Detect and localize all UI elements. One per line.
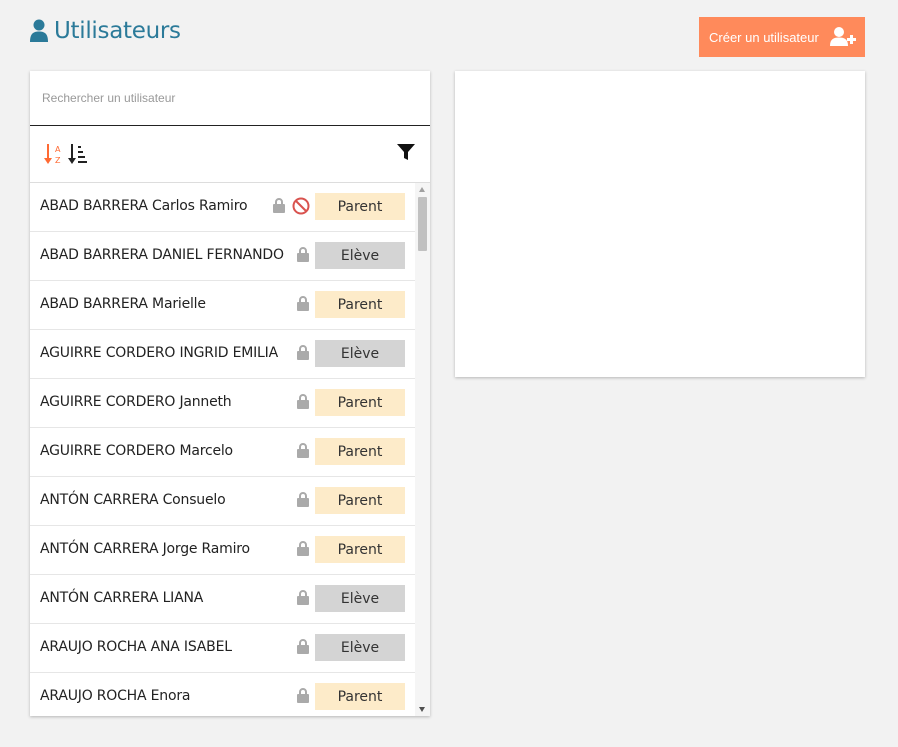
scroll-thumb[interactable] [418, 197, 427, 251]
role-badge: Elève [315, 340, 405, 367]
search-input[interactable] [40, 90, 404, 106]
svg-text:Z: Z [55, 156, 61, 165]
lock-icon [297, 492, 309, 507]
user-list-item[interactable]: ARAUJO ROCHA ANA ISABEL Elève [30, 624, 415, 673]
user-list-item[interactable]: ABAD BARRERA Marielle Parent [30, 281, 415, 330]
user-list-item[interactable]: AGUIRRE CORDERO Marcelo Parent [30, 428, 415, 477]
user-list-item[interactable]: ANTÓN CARRERA Jorge Ramiro Parent [30, 526, 415, 575]
user-icon [30, 19, 48, 43]
user-name: ARAUJO ROCHA Enora [40, 688, 191, 704]
svg-text:A: A [55, 145, 61, 154]
user-list-item[interactable]: AGUIRRE CORDERO Janneth Parent [30, 379, 415, 428]
page-header: Utilisateurs [30, 18, 181, 44]
role-badge: Parent [315, 389, 405, 416]
lock-icon [297, 443, 309, 458]
user-name: AGUIRRE CORDERO Janneth [40, 394, 232, 410]
user-name: ABAD BARRERA DANIEL FERNANDO [40, 247, 284, 263]
user-list: ABAD BARRERA Carlos Ramiro Parent ABAD B… [30, 183, 415, 716]
role-badge: Elève [315, 585, 405, 612]
lock-icon [297, 247, 309, 262]
role-badge: Parent [315, 291, 405, 318]
sort-amount-icon[interactable] [68, 143, 88, 165]
user-name: ABAD BARRERA Marielle [40, 296, 206, 312]
role-badge: Parent [315, 536, 405, 563]
create-user-label: Créer un utilisateur [709, 29, 819, 45]
search-box [30, 71, 430, 126]
scroll-up-arrow-icon[interactable] [419, 187, 425, 192]
list-toolbar: A Z [30, 126, 430, 183]
user-name: ABAD BARRERA Carlos Ramiro [40, 198, 248, 214]
lock-icon [297, 394, 309, 409]
user-list-item[interactable]: AGUIRRE CORDERO INGRID EMILIA Elève [30, 330, 415, 379]
user-detail-panel [455, 71, 865, 377]
user-plus-icon [830, 26, 856, 48]
lock-icon [297, 590, 309, 605]
user-name: ARAUJO ROCHA ANA ISABEL [40, 639, 232, 655]
role-badge: Parent [315, 487, 405, 514]
role-badge: Elève [315, 242, 405, 269]
lock-icon [297, 541, 309, 556]
user-name: AGUIRRE CORDERO Marcelo [40, 443, 233, 459]
user-list-item[interactable]: ABAD BARRERA Carlos Ramiro Parent [30, 183, 415, 232]
user-list-container: ABAD BARRERA Carlos Ramiro Parent ABAD B… [30, 183, 430, 716]
role-badge: Parent [315, 683, 405, 710]
user-name: ANTÓN CARRERA Jorge Ramiro [40, 541, 250, 557]
sort-alpha-icon[interactable]: A Z [44, 143, 64, 165]
lock-icon [297, 688, 309, 703]
role-badge: Parent [315, 438, 405, 465]
user-list-item[interactable]: ABAD BARRERA DANIEL FERNANDO Elève [30, 232, 415, 281]
filter-icon[interactable] [396, 142, 416, 162]
user-list-panel: A Z ABAD BARRERA Carlos Ramiro [30, 71, 430, 716]
user-name: AGUIRRE CORDERO INGRID EMILIA [40, 345, 278, 361]
lock-icon [297, 296, 309, 311]
lock-icon [273, 198, 285, 213]
user-name: ANTÓN CARRERA LIANA [40, 590, 204, 606]
page-title: Utilisateurs [54, 18, 181, 44]
lock-icon [297, 345, 309, 360]
user-list-item[interactable]: ARAUJO ROCHA Enora Parent [30, 673, 415, 716]
user-list-item[interactable]: ANTÓN CARRERA LIANA Elève [30, 575, 415, 624]
role-badge: Parent [315, 193, 405, 220]
lock-icon [297, 639, 309, 654]
user-list-item[interactable]: ANTÓN CARRERA Consuelo Parent [30, 477, 415, 526]
scroll-down-arrow-icon[interactable] [419, 707, 425, 712]
create-user-button[interactable]: Créer un utilisateur [699, 17, 865, 57]
user-name: ANTÓN CARRERA Consuelo [40, 492, 226, 508]
list-scrollbar[interactable] [415, 183, 430, 716]
role-badge: Elève [315, 634, 405, 661]
blocked-icon [292, 197, 310, 215]
